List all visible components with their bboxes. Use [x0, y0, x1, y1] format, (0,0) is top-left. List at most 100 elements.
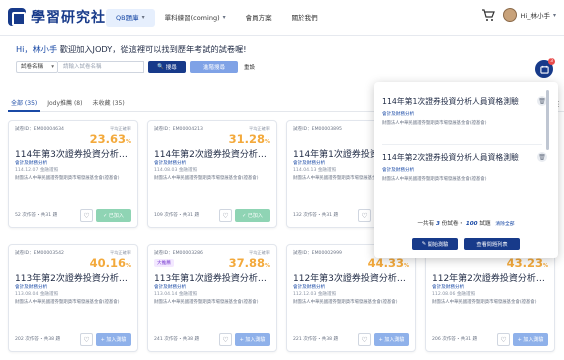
- exam-org: 財團法人中華民國證券暨期貨市場發展基金會(證基會): [432, 300, 537, 305]
- exam-id: 試卷ID：EM00004634: [15, 127, 64, 132]
- exam-card[interactable]: 試卷ID：EM00003542 平均正確率 40.16% 113年第2次證券投資…: [8, 244, 138, 352]
- exam-title: 114年第2次證券投資分析人員資格測驗: [154, 150, 274, 160]
- exam-subject: 會計及財務分析: [154, 285, 187, 290]
- chevron-down-icon: ▾: [141, 14, 145, 21]
- cart-icon[interactable]: [481, 8, 495, 22]
- avg-score: 31.28%: [228, 132, 270, 146]
- exam-basket-button[interactable]: 3: [535, 58, 555, 78]
- exam-date: 113.04.14 金融證照: [154, 292, 198, 297]
- favorite-button[interactable]: ♡: [358, 333, 371, 346]
- search-bar: 試卷名稱 🔍 搜尋 進階搜尋 重設: [16, 61, 255, 73]
- clear-all-link[interactable]: 清除全部: [495, 222, 514, 227]
- chevron-down-icon[interactable]: ▾: [553, 12, 556, 19]
- exam-stats: 206 次作答・共31 題: [432, 337, 478, 342]
- popup-scrollbar[interactable]: [546, 90, 549, 150]
- basket-item: 114年第1次證券投資分析人員資格測驗 會計及財務分析 財團法人中華民國證券暨期…: [382, 96, 547, 126]
- search-button-label: 搜尋: [165, 65, 177, 71]
- favorite-button[interactable]: ♡: [358, 209, 371, 222]
- heart-icon: ♡: [83, 211, 90, 220]
- exam-subject: 會計及財務分析: [432, 285, 465, 290]
- exam-stats: 241 次作答・共38 題: [154, 337, 200, 342]
- exam-org: 財團法人中華民國證券暨期貨市場發展基金會(證基會): [154, 300, 259, 305]
- heart-icon: ♡: [361, 211, 368, 220]
- nav-item-label: 單科練習(coming): [164, 14, 220, 22]
- favorite-button[interactable]: ♡: [497, 333, 510, 346]
- exam-card[interactable]: 試卷ID：EM00004213 平均正確率 31.28% 114年第2次證券投資…: [147, 120, 277, 228]
- exam-title: 113年第1次證券投資分析人員資格測驗: [154, 274, 274, 284]
- exam-title: 113年第2次證券投資分析人員資格測驗: [15, 274, 135, 284]
- user-name[interactable]: Hi_林小手: [521, 10, 550, 20]
- exam-org: 財團法人中華民國證券暨期貨市場發展基金會(證基會): [293, 300, 398, 305]
- exam-date: 114.12.07 金融證照: [15, 168, 59, 173]
- exam-card[interactable]: 試卷ID：EM00002999 平均正確率 44.33% 112年第3次證券投資…: [286, 244, 416, 352]
- exam-stats: 109 次作答・共31 題: [154, 213, 200, 218]
- exam-card[interactable]: 試卷ID：EM00003286 平均正確率 37.88% 大推薦 113年第1次…: [147, 244, 277, 352]
- exam-date: 113.08.04 金融證照: [15, 292, 59, 297]
- exam-id: 試卷ID：EM00003286: [154, 251, 203, 256]
- nav-item-about[interactable]: 關於我們: [282, 9, 328, 27]
- add-to-exam-button[interactable]: + 加入測驗: [235, 333, 270, 346]
- favorite-button[interactable]: ♡: [80, 333, 93, 346]
- search-type-select[interactable]: 試卷名稱: [16, 61, 58, 73]
- tab-all[interactable]: 全部 (35): [8, 98, 41, 112]
- exam-date: 114.08.03 金融證照: [154, 168, 198, 173]
- avg-score: 43.23%: [506, 256, 548, 270]
- top-bar: 學習研究社 QB題庫 ▾ 單科練習(coming) ▾ 會員方案 關於我們 Hi…: [0, 0, 564, 36]
- nav-item-qb[interactable]: QB題庫 ▾: [106, 9, 155, 27]
- basket-count-badge: 3: [548, 58, 555, 65]
- exam-org: 財團法人中華民國證券暨期貨市場發展基金會(證基會): [15, 176, 120, 181]
- favorite-button[interactable]: ♡: [219, 333, 232, 346]
- search-input[interactable]: [58, 61, 144, 73]
- trash-icon[interactable]: 🗑: [537, 152, 547, 162]
- exam-id: 試卷ID：EM00002999: [293, 251, 342, 256]
- exam-stats: 202 次作答・共38 題: [15, 337, 61, 342]
- tab-not-favorited[interactable]: 未收藏 (35): [89, 98, 127, 112]
- basket-icon: [539, 65, 549, 74]
- exam-stats: 132 次作答・共31 題: [293, 213, 339, 218]
- heart-icon: ♡: [222, 211, 229, 220]
- welcome-text: 歡迎加入JODY，從這裡可以找到歷年考試的試卷喔!: [59, 44, 247, 54]
- favorite-button[interactable]: ♡: [80, 209, 93, 222]
- logo[interactable]: 學習研究社: [8, 7, 106, 27]
- heart-icon: ♡: [500, 335, 507, 344]
- search-icon: 🔍: [157, 64, 166, 70]
- reset-button[interactable]: 重設: [244, 61, 255, 73]
- exam-id: 試卷ID：EM00003895: [293, 127, 342, 132]
- exam-basket-popup: 114年第1次證券投資分析人員資格測驗 會計及財務分析 財團法人中華民國證券暨期…: [374, 82, 558, 258]
- added-button[interactable]: ✓ 已加入: [96, 209, 131, 222]
- exam-card[interactable]: 試卷ID：EM00004634 平均正確率 23.63% 114年第3次證券投資…: [8, 120, 138, 228]
- welcome-message: Hi，林小手 歡迎加入JODY，從這裡可以找到歷年考試的試卷喔!: [16, 43, 247, 55]
- recommend-badge: 大推薦: [154, 259, 174, 267]
- basket-item-title: 114年第1次證券投資分析人員資格測驗: [382, 97, 519, 106]
- added-button[interactable]: ✓ 已加入: [235, 209, 270, 222]
- basket-paper-count: 3: [436, 221, 440, 227]
- search-button[interactable]: 🔍 搜尋: [148, 61, 186, 73]
- nav-item-single-subject[interactable]: 單科練習(coming) ▾: [155, 9, 236, 27]
- chevron-down-icon: ▾: [222, 14, 226, 21]
- nav-item-label: QB題庫: [116, 14, 139, 22]
- nav-item-membership[interactable]: 會員方案: [236, 9, 282, 27]
- advanced-search-button[interactable]: 進階搜尋: [190, 61, 238, 73]
- heart-icon: ♡: [361, 335, 368, 344]
- exam-subject: 會計及財務分析: [15, 285, 48, 290]
- add-to-exam-button[interactable]: + 加入測驗: [96, 333, 131, 346]
- avg-score: 44.33%: [367, 256, 409, 270]
- view-question-list-button[interactable]: 查看問題列表: [464, 238, 520, 250]
- main-nav: QB題庫 ▾ 單科練習(coming) ▾ 會員方案 關於我們: [106, 9, 328, 27]
- exam-subject: 會計及財務分析: [15, 161, 48, 166]
- greeting: Hi，林小手: [16, 44, 58, 54]
- exam-stats: 52 次作答・共31 題: [15, 213, 58, 218]
- nav-item-label: 會員方案: [245, 14, 272, 22]
- exam-card[interactable]: 試卷ID： 平均正確率 43.23% 112年第2次證券投資分析人員資格測驗 會…: [425, 244, 555, 352]
- exam-id: 試卷ID：EM00004213: [154, 127, 203, 132]
- exam-title: 112年第3次證券投資分析人員資格測驗: [293, 274, 413, 284]
- avatar[interactable]: [502, 8, 517, 22]
- start-exam-button[interactable]: ✎ 開始測驗: [412, 238, 458, 250]
- basket-item-org: 財團法人中華民國證券暨期貨市場發展基金會(證基會): [382, 177, 487, 182]
- favorite-button[interactable]: ♡: [219, 209, 232, 222]
- add-to-exam-button[interactable]: + 加入測驗: [513, 333, 548, 346]
- avg-score: 23.63%: [89, 132, 131, 146]
- tab-recommended[interactable]: Jody推薦 (8): [44, 98, 85, 112]
- add-to-exam-button[interactable]: + 加入測驗: [374, 333, 409, 346]
- user-area: Hi_林小手 ▾: [481, 8, 556, 22]
